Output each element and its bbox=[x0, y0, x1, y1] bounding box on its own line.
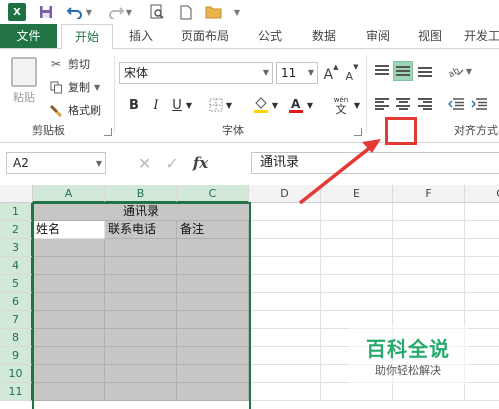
annotation-arrow bbox=[298, 139, 381, 205]
excel-window: X ▼ ▼ ▼ 文件 开始 插入 页面布局 公式 数据 审阅 视图 开发工 粘贴… bbox=[0, 0, 499, 409]
